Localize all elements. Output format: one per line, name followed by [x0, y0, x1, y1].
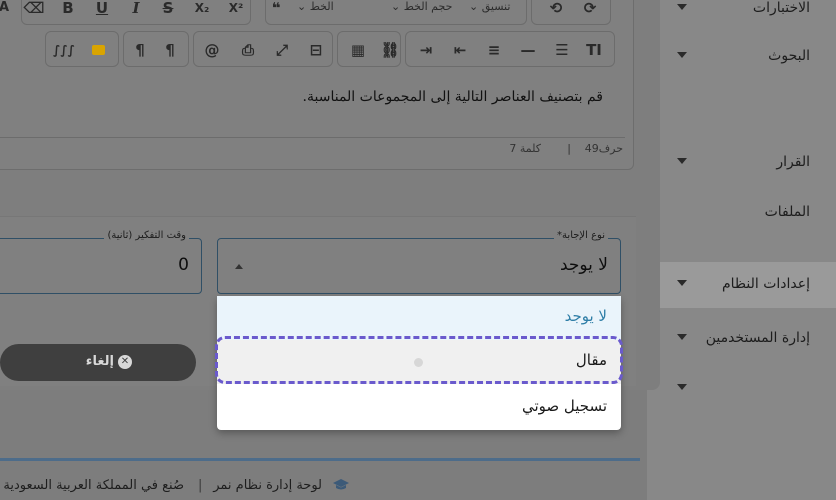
cancel-button[interactable]: ✕ إلغاء: [0, 344, 196, 381]
font-label: الخط: [309, 0, 334, 13]
cancel-label: إلغاء: [85, 354, 114, 369]
link-icon[interactable]: ⛓: [375, 35, 405, 65]
answer-type-dropdown: لا يوجد مقال تسجيل صوتي: [215, 296, 623, 430]
formula-icon[interactable]: ∫∫∫: [49, 35, 79, 65]
editor-status-bar: حرف49 | كلمة 7: [0, 137, 625, 159]
sidebar-item-label: البحوث: [768, 48, 810, 64]
chevron-down-icon: [677, 52, 687, 58]
sidebar-item-tests[interactable]: الاختبارات: [647, 0, 836, 30]
answer-type-value: لا يوجد: [559, 255, 608, 275]
indent-icon[interactable]: ⇥: [411, 35, 441, 65]
option-none[interactable]: لا يوجد: [217, 296, 621, 340]
sidebar-item-user-management[interactable]: إدارة المستخدمين: [647, 320, 836, 360]
sidebar-item-more[interactable]: [647, 370, 836, 410]
rich-text-editor: ⟳ ⟲ تنسيق ⌄ حجم الخط ⌄ الخط ⌄ ❝ X² X₂ S …: [0, 0, 634, 170]
option-label: مقال: [575, 351, 607, 369]
sidebar-item-system-settings[interactable]: إعدادات النظام: [647, 266, 836, 306]
think-time-field[interactable]: وقت التفكير (ثانية) 0: [0, 230, 202, 294]
option-label: تسجيل صوتي: [521, 397, 607, 415]
graduation-cap-icon: [332, 478, 350, 496]
footer-separator: |: [198, 478, 203, 493]
table-icon[interactable]: ▦: [343, 35, 373, 65]
rtl-icon[interactable]: ¶: [155, 35, 185, 65]
eraser-icon[interactable]: ⌫: [19, 0, 49, 23]
think-time-value: 0: [178, 255, 189, 275]
answer-type-select[interactable]: نوع الإجابة* لا يوجد: [217, 230, 621, 294]
subscript-icon[interactable]: X₂: [187, 0, 217, 23]
answer-type-label: نوع الإجابة*: [554, 230, 608, 241]
status-separator: |: [567, 142, 571, 155]
char-count: حرف49: [584, 142, 623, 155]
caret-up-icon: [235, 264, 243, 269]
chevron-down-icon: [677, 4, 687, 10]
italic-icon[interactable]: I: [121, 0, 151, 23]
footer-divider: [0, 458, 640, 461]
chevron-down-icon: [677, 384, 687, 390]
mention-icon[interactable]: @: [197, 35, 227, 65]
outdent-icon[interactable]: ⇤: [445, 35, 475, 65]
template-icon[interactable]: ⊟: [301, 35, 331, 65]
sidebar-item-label: إعدادات النظام: [721, 276, 810, 292]
sidebar-item-decision[interactable]: القرار: [647, 144, 836, 184]
option-voice-recording[interactable]: تسجيل صوتي: [217, 386, 621, 430]
editor-text: قم بتصنيف العناصر التالية إلى المجموعات …: [302, 89, 603, 105]
footer-brand: لوحة إدارة نظام نمر: [213, 478, 322, 493]
ltr-icon[interactable]: ¶: [125, 35, 155, 65]
sidebar-item-research[interactable]: البحوث: [647, 38, 836, 78]
superscript-icon[interactable]: X²: [221, 0, 251, 23]
align-icon[interactable]: ≡: [479, 35, 509, 65]
font-size-dropdown[interactable]: حجم الخط ⌄: [391, 0, 452, 13]
sidebar-item-label: إدارة المستخدمين: [705, 330, 810, 346]
fullscreen-icon[interactable]: ⤢: [267, 35, 297, 65]
think-time-label: وقت التفكير (ثانية): [104, 230, 189, 241]
chevron-down-icon: [677, 334, 687, 340]
sidebar-item-label: الاختبارات: [752, 0, 810, 16]
sidebar-item-files[interactable]: الملفات: [647, 194, 836, 234]
sidebar-item-label: القرار: [776, 154, 810, 170]
bold-icon[interactable]: B: [53, 0, 83, 23]
editor-content[interactable]: قم بتصنيف العناصر التالية إلى المجموعات …: [0, 75, 625, 137]
word-count: كلمة 7: [509, 142, 541, 155]
font-dropdown[interactable]: الخط ⌄: [297, 0, 334, 13]
option-essay[interactable]: مقال: [215, 336, 623, 384]
format-label: تنسيق: [481, 0, 511, 13]
format-dropdown[interactable]: تنسيق ⌄: [469, 0, 510, 13]
print-icon[interactable]: ⎙: [233, 35, 263, 65]
option-label: لا يوجد: [564, 307, 607, 325]
chevron-down-icon: [677, 280, 687, 286]
close-circle-icon: ✕: [118, 355, 132, 369]
sidebar: الاختبارات البحوث القرار الملفات إعدادات…: [647, 0, 836, 500]
blockquote-icon[interactable]: ❝: [261, 0, 291, 23]
footer: لوحة إدارة نظام نمر | صُنع في المملكة ال…: [0, 478, 640, 498]
font-color-icon[interactable]: A: [0, 0, 19, 23]
underline-icon[interactable]: U: [87, 0, 117, 23]
horizontal-line-icon[interactable]: —: [513, 35, 543, 65]
footer-made-in: صُنع في المملكة العربية السعودية: [3, 478, 184, 493]
folder-icon[interactable]: [83, 35, 113, 65]
chevron-down-icon: [677, 158, 687, 164]
strikethrough-icon[interactable]: S: [153, 0, 183, 23]
ripple-dot: [414, 358, 423, 367]
ordered-list-icon[interactable]: ☰: [547, 35, 577, 65]
undo-icon[interactable]: ⟲: [541, 0, 571, 23]
text-size-icon[interactable]: TI: [579, 35, 609, 65]
redo-icon[interactable]: ⟳: [575, 0, 605, 23]
sidebar-item-label: الملفات: [764, 204, 810, 220]
font-size-label: حجم الخط: [403, 0, 453, 13]
